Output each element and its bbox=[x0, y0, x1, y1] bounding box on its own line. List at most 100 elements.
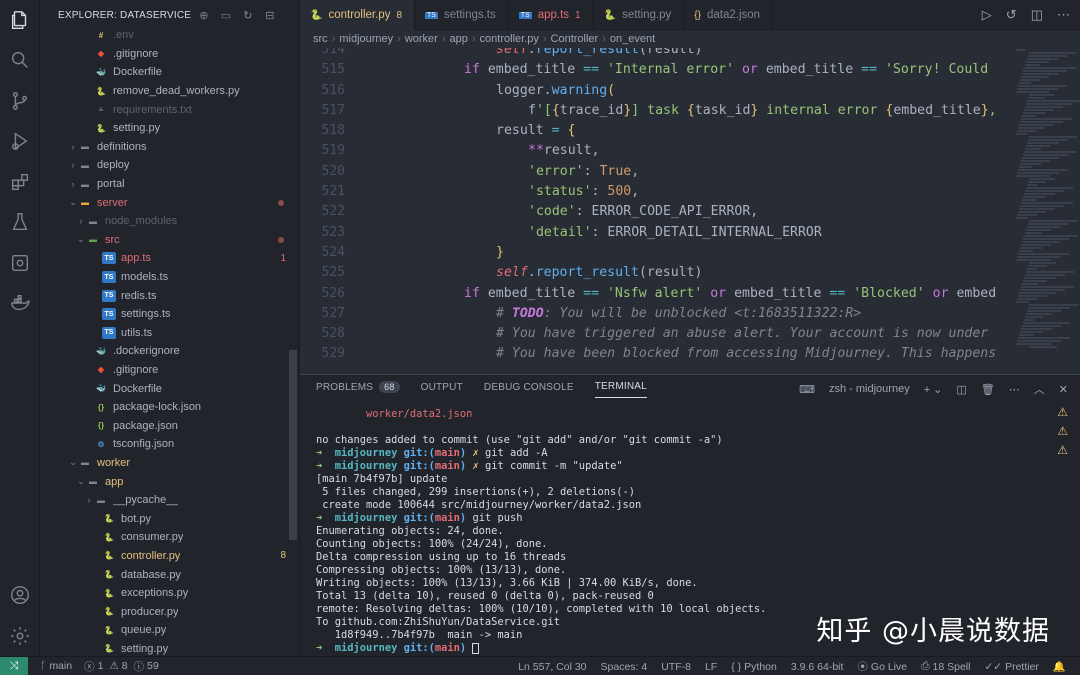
tree-file[interactable]: 🐍 exceptions.py bbox=[40, 584, 299, 603]
account-icon[interactable] bbox=[8, 583, 32, 607]
tree-folder[interactable]: ⌄ ▬ server bbox=[40, 193, 299, 212]
go-live[interactable]: ⦿ Go Live bbox=[857, 659, 907, 674]
tree-folder[interactable]: ⌄ ▬ worker bbox=[40, 454, 299, 473]
maximize-panel-icon[interactable]: ︿ bbox=[1034, 381, 1045, 397]
tree-item-label: .gitignore bbox=[113, 47, 159, 60]
tree-file[interactable]: 🐍 remove_dead_workers.py bbox=[40, 82, 299, 101]
language-mode[interactable]: { } Python bbox=[731, 661, 777, 673]
tree-file[interactable]: 🐳 .dockerignore bbox=[40, 342, 299, 361]
minimap[interactable] bbox=[1012, 48, 1080, 372]
tree-file[interactable]: 🐍 controller.py 8 bbox=[40, 547, 299, 566]
warning-icon[interactable]: ⚠ bbox=[1057, 443, 1068, 457]
terminal-line: Writing objects: 100% (13/13), 3.66 KiB … bbox=[316, 577, 698, 589]
cursor-position[interactable]: Ln 557, Col 30 bbox=[518, 661, 586, 673]
tree-file[interactable]: ◆ .gitignore bbox=[40, 45, 299, 64]
encoding[interactable]: UTF-8 bbox=[661, 661, 691, 673]
notifications-icon[interactable]: 🔔 bbox=[1053, 660, 1066, 673]
tree-file[interactable]: 🐍 setting.py bbox=[40, 119, 299, 138]
more-icon[interactable]: ⋯ bbox=[1009, 383, 1020, 396]
trash-icon[interactable]: 🗑 bbox=[981, 383, 995, 396]
tree-file[interactable]: # .env bbox=[40, 26, 299, 45]
spell-check[interactable]: ⎙ 18 Spell bbox=[921, 660, 970, 673]
prompt-git: git:( bbox=[403, 447, 435, 459]
testing-icon[interactable] bbox=[8, 210, 32, 234]
tree-file[interactable]: TS settings.ts bbox=[40, 305, 299, 324]
tree-file[interactable]: 🐍 bot.py bbox=[40, 509, 299, 528]
sidebar-scrollbar[interactable] bbox=[289, 350, 297, 540]
minimap-line bbox=[1024, 319, 1034, 321]
warning-icon[interactable]: ⚠ bbox=[1057, 424, 1068, 438]
panel-tab[interactable]: OUTPUT bbox=[421, 381, 463, 398]
problems-indicator[interactable]: ⓧ 1 ⚠ 8 ⓘ 59 bbox=[84, 659, 159, 674]
env-icon: # bbox=[98, 30, 104, 40]
run-debug-icon[interactable] bbox=[8, 129, 32, 153]
new-folder-icon[interactable]: ▭ bbox=[219, 8, 233, 22]
more-actions-icon[interactable]: ⋯ bbox=[1057, 7, 1070, 23]
eol[interactable]: LF bbox=[705, 661, 717, 673]
tree-folder[interactable]: › ▬ definitions bbox=[40, 138, 299, 157]
split-editor-icon[interactable]: ◫ bbox=[1031, 7, 1043, 23]
minimap-line bbox=[1027, 58, 1058, 60]
tree-folder[interactable]: ⌄ ▬ app bbox=[40, 472, 299, 491]
prettier[interactable]: ✓✓ Prettier bbox=[984, 661, 1038, 673]
tree-file[interactable]: TS utils.ts bbox=[40, 324, 299, 343]
tree-file[interactable]: {} package.json bbox=[40, 416, 299, 435]
tree-folder[interactable]: › ▬ portal bbox=[40, 175, 299, 194]
tree-file[interactable]: 🐳 Dockerfile bbox=[40, 63, 299, 82]
editor-tab[interactable]: TS settings.ts bbox=[415, 0, 509, 30]
tree-file[interactable]: 🐍 consumer.py bbox=[40, 528, 299, 547]
breadcrumb-item[interactable]: worker bbox=[405, 33, 438, 45]
code-editor[interactable]: 514 self.report_result(result) 515 if embe… bbox=[300, 48, 1012, 372]
breadcrumb-item[interactable]: Controller bbox=[551, 33, 599, 45]
new-terminal-icon[interactable]: + ⌄ bbox=[924, 383, 943, 396]
docker-icon[interactable] bbox=[8, 291, 32, 315]
tree-file[interactable]: 🐳 Dockerfile bbox=[40, 379, 299, 398]
tree-file[interactable]: TS models.ts bbox=[40, 268, 299, 287]
extensions-icon[interactable] bbox=[8, 170, 32, 194]
panel-tab[interactable]: PROBLEMS 68 bbox=[316, 381, 400, 398]
remote-indicator-icon[interactable]: ⤨ bbox=[0, 656, 28, 675]
tree-folder[interactable]: ⌄ ▬ src bbox=[40, 231, 299, 250]
tree-folder[interactable]: › ▬ deploy bbox=[40, 156, 299, 175]
tree-file[interactable]: 🐍 setting.py bbox=[40, 640, 299, 656]
tree-file[interactable]: ◆ .gitignore bbox=[40, 361, 299, 380]
tree-folder[interactable]: › ▬ __pycache__ bbox=[40, 491, 299, 510]
timeline-icon[interactable]: ↺ bbox=[1006, 7, 1017, 23]
tree-file[interactable]: {} package-lock.json bbox=[40, 398, 299, 417]
warning-icon[interactable]: ⚠ bbox=[1057, 405, 1068, 419]
collapse-all-icon[interactable]: ⊟ bbox=[263, 8, 277, 22]
tree-file[interactable]: 🐍 database.py bbox=[40, 565, 299, 584]
panel-tab[interactable]: TERMINAL bbox=[594, 381, 647, 398]
tree-file[interactable]: TS redis.ts bbox=[40, 286, 299, 305]
new-file-icon[interactable]: ⊕ bbox=[197, 8, 211, 22]
close-panel-icon[interactable]: ✕ bbox=[1059, 383, 1068, 396]
indentation[interactable]: Spaces: 4 bbox=[601, 661, 648, 673]
explorer-icon[interactable] bbox=[8, 8, 32, 32]
editor-tab[interactable]: {} data2.json bbox=[684, 0, 774, 30]
tree-file[interactable]: ≡ requirements.txt bbox=[40, 100, 299, 119]
panel-tab[interactable]: DEBUG CONSOLE bbox=[484, 381, 574, 398]
branch-indicator[interactable]: ᚴ main bbox=[40, 660, 72, 672]
breadcrumb-item[interactable]: on_event bbox=[610, 33, 655, 45]
python-interpreter[interactable]: 3.9.6 64-bit bbox=[791, 661, 844, 673]
split-terminal-icon[interactable]: ◫ bbox=[956, 383, 966, 396]
tree-folder[interactable]: › ▬ node_modules bbox=[40, 212, 299, 231]
breadcrumb-item[interactable]: midjourney bbox=[339, 33, 393, 45]
editor-tab[interactable]: 🐍 setting.py bbox=[594, 0, 685, 30]
search-icon[interactable] bbox=[8, 48, 32, 72]
breadcrumb-item[interactable]: controller.py bbox=[480, 33, 539, 45]
tree-file[interactable]: ⚙ tsconfig.json bbox=[40, 435, 299, 454]
breadcrumb-item[interactable]: app bbox=[450, 33, 468, 45]
tree-file[interactable]: 🐍 queue.py bbox=[40, 621, 299, 640]
settings-gear-icon[interactable] bbox=[8, 624, 32, 648]
refresh-icon[interactable]: ↻ bbox=[241, 8, 255, 22]
tree-file[interactable]: 🐍 producer.py bbox=[40, 602, 299, 621]
editor-tab[interactable]: 🐍 controller.py 8 bbox=[300, 0, 416, 30]
breadcrumb-item[interactable]: src bbox=[313, 33, 328, 45]
remote-explorer-icon[interactable] bbox=[8, 251, 32, 275]
terminal-name[interactable]: zsh - midjourney bbox=[829, 383, 910, 395]
editor-tab[interactable]: TS app.ts 1 bbox=[509, 0, 594, 30]
source-control-icon[interactable] bbox=[8, 89, 32, 113]
run-icon[interactable]: ▷ bbox=[982, 7, 992, 23]
tree-file[interactable]: TS app.ts 1 bbox=[40, 249, 299, 268]
